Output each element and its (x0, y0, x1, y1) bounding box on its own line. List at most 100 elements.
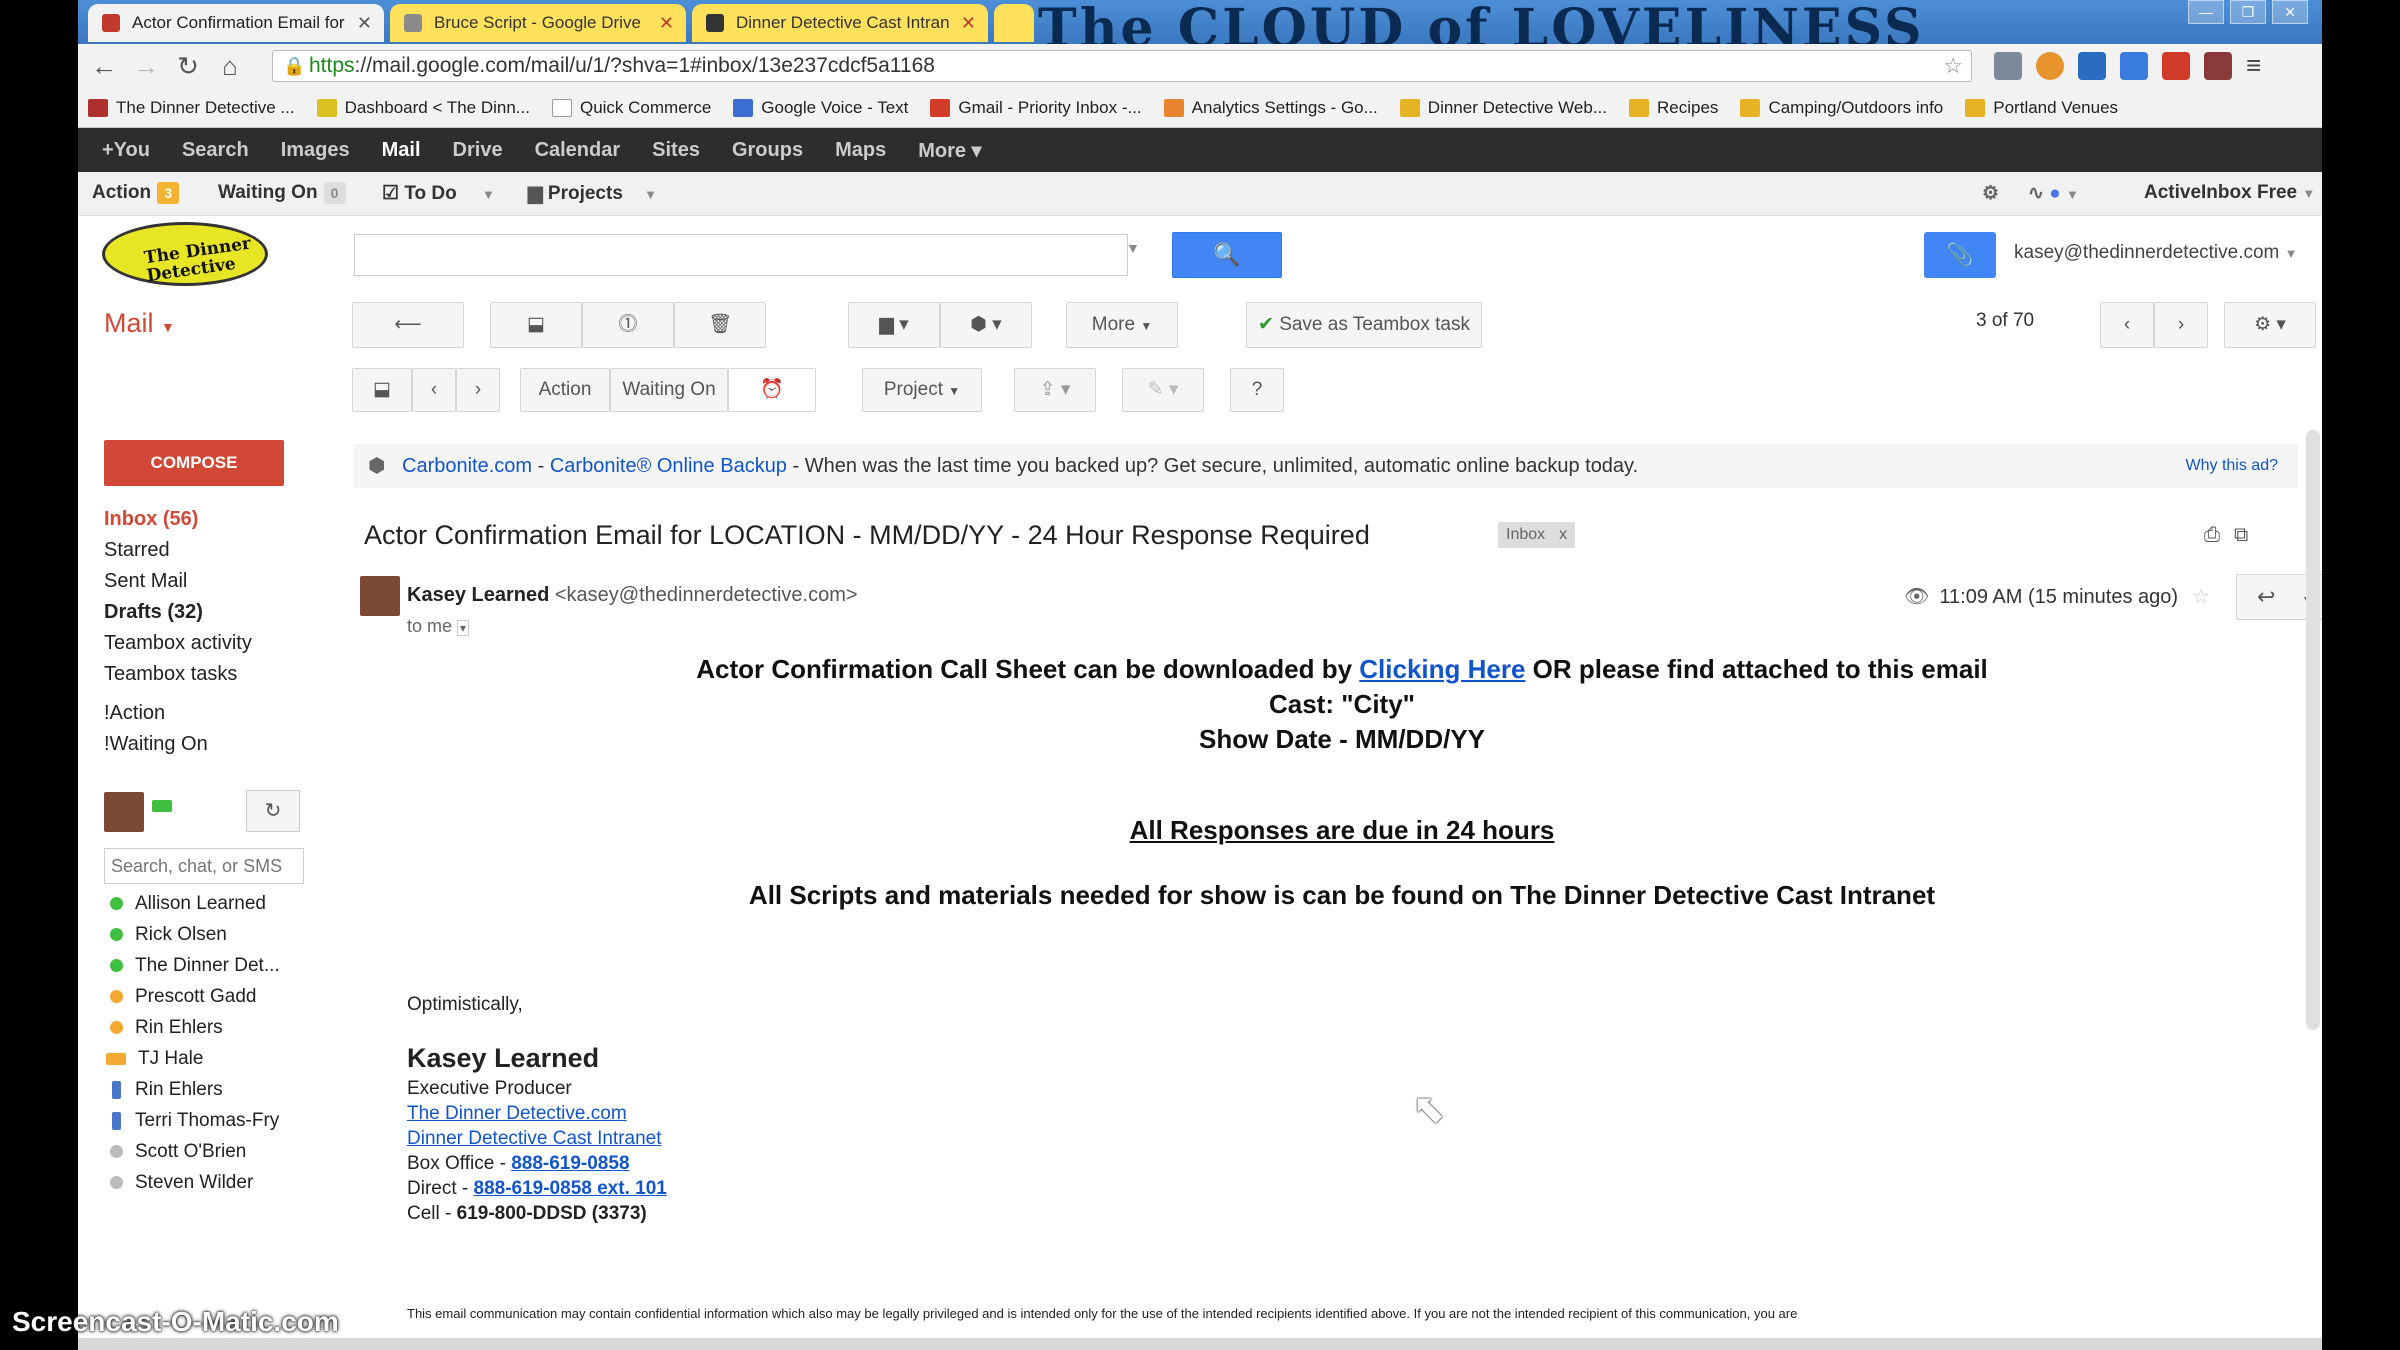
folder-starred[interactable]: Starred (104, 535, 304, 566)
waiting-on-filter[interactable]: Waiting On 0 (218, 182, 346, 204)
bookmark-folder[interactable]: Camping/Outdoors info (1740, 98, 1943, 118)
gbar-you[interactable]: +You (102, 139, 150, 162)
next-button[interactable]: › (456, 368, 500, 412)
bookmark-folder[interactable]: Dinner Detective Web... (1399, 98, 1607, 118)
address-bar[interactable]: 🔒 https://mail.google.com/mail/u/1/?shva… (272, 50, 1972, 82)
ad-title-link[interactable]: Carbonite® Online Backup (550, 455, 787, 477)
video-status-icon[interactable] (152, 800, 172, 812)
gbar-calendar[interactable]: Calendar (535, 139, 621, 162)
compose-button[interactable]: COMPOSE (104, 440, 284, 486)
recipients[interactable]: to me ▾ (407, 616, 470, 637)
contact-item[interactable]: Prescott Gadd (110, 981, 310, 1012)
account-email[interactable]: kasey@thedinnerdetective.com ▼ (2014, 242, 2298, 264)
folder-waiting-on[interactable]: !Waiting On (104, 729, 304, 760)
website-link[interactable]: The Dinner Detective.com (407, 1103, 627, 1124)
save-as-teambox-task-button[interactable]: ✔ Save as Teambox task (1246, 302, 1482, 348)
folder-inbox[interactable]: Inbox (56) (104, 504, 304, 535)
star-icon[interactable]: ☆ (2192, 586, 2210, 608)
box-office-phone-link[interactable]: 888-619-0858 (511, 1153, 629, 1174)
delete-button[interactable]: 🗑 (674, 302, 766, 348)
activity-icon[interactable]: ∿ ● ▼ (2028, 182, 2079, 205)
todo-dropdown[interactable]: ☑ To Do ▼ (382, 182, 495, 205)
bookmark-folder[interactable]: Recipes (1629, 98, 1718, 118)
gbar-drive[interactable]: Drive (453, 139, 503, 162)
menu-icon[interactable]: ≡ (2246, 52, 2274, 80)
why-this-ad-link[interactable]: Why this ad? (2186, 444, 2278, 488)
project-dropdown[interactable]: Project ▼ (862, 368, 982, 412)
search-input[interactable] (354, 234, 1128, 276)
sender-avatar[interactable] (360, 576, 400, 616)
refresh-icon[interactable]: ↻ (246, 790, 300, 832)
bookmark-item[interactable]: Google Voice - Text (733, 98, 908, 118)
extension-icon[interactable] (2078, 52, 2106, 80)
tab-cast-intranet[interactable]: Dinner Detective Cast Intran ✕ (692, 4, 988, 42)
settings-button[interactable]: ⚙ ▾ (2224, 302, 2316, 348)
contact-item[interactable]: Rick Olsen (110, 919, 310, 950)
gbar-images[interactable]: Images (281, 139, 350, 162)
contact-item[interactable]: Rin Ehlers (110, 1074, 310, 1105)
bookmark-item[interactable]: Analytics Settings - Go... (1163, 98, 1378, 118)
report-spam-button[interactable]: ⓵ (582, 302, 674, 348)
tab-bruce-script[interactable]: Bruce Script - Google Drive ✕ (390, 4, 686, 42)
amazon-extension-icon[interactable] (2036, 52, 2064, 80)
move-to-button[interactable]: ▆ ▾ (848, 302, 940, 348)
gbar-groups[interactable]: Groups (732, 139, 803, 162)
minimize-icon[interactable]: — (2188, 0, 2224, 24)
search-button[interactable]: 🔍 (1172, 232, 1282, 278)
show-details-icon[interactable]: ▾ (457, 620, 470, 636)
gbar-sites[interactable]: Sites (652, 139, 700, 162)
folder-sent[interactable]: Sent Mail (104, 566, 304, 597)
print-icon[interactable]: ⎙ (2204, 524, 2234, 546)
bookmark-item[interactable]: The Dinner Detective ... (88, 98, 295, 118)
prev-button[interactable]: ‹ (412, 368, 456, 412)
close-window-icon[interactable]: ✕ (2272, 0, 2308, 24)
back-to-inbox-button[interactable]: ⟵ (352, 302, 464, 348)
archive-button[interactable]: ⬓ (490, 302, 582, 348)
gbar-mail[interactable]: Mail (382, 139, 421, 162)
home-icon[interactable]: ⌂ (214, 50, 246, 82)
edit-button[interactable]: ✎ ▾ (1122, 368, 1204, 412)
folder-drafts[interactable]: Drafts (32) (104, 597, 304, 628)
contact-item[interactable]: The Dinner Det... (110, 950, 310, 981)
contact-item[interactable]: TJ Hale (106, 1043, 310, 1074)
tab-actor-confirmation[interactable]: Actor Confirmation Email for ✕ (88, 4, 384, 42)
avatar[interactable] (104, 792, 144, 832)
bookmark-item[interactable]: Gmail - Priority Inbox -... (930, 98, 1142, 118)
attachment-button[interactable]: 📎 (1924, 232, 1996, 278)
close-tab-icon[interactable]: ✕ (659, 4, 674, 42)
forward-arrow-icon[interactable]: → (130, 50, 162, 82)
labels-button[interactable]: ⬢ ▾ (940, 302, 1032, 348)
dinner-detective-logo[interactable]: The Dinner Detective (102, 222, 268, 286)
close-tab-icon[interactable]: ✕ (961, 4, 976, 42)
chat-search-input[interactable] (104, 848, 304, 884)
scrollbar[interactable] (2306, 430, 2320, 1030)
direct-phone-link[interactable]: 888-619-0858 ext. 101 (474, 1178, 667, 1199)
close-tab-icon[interactable]: ✕ (357, 4, 372, 42)
share-button[interactable]: ⇪ ▾ (1014, 368, 1096, 412)
contact-item[interactable]: Rin Ehlers (110, 1012, 310, 1043)
contact-item[interactable]: Allison Learned (110, 888, 310, 919)
newer-button[interactable]: ‹ (2100, 302, 2154, 348)
contact-item[interactable]: Steven Wilder (110, 1167, 310, 1198)
bookmark-item[interactable]: Dashboard < The Dinn... (316, 98, 530, 118)
older-button[interactable]: › (2154, 302, 2208, 348)
reload-icon[interactable]: ↻ (172, 50, 204, 82)
gear-icon[interactable]: ⚙ (1982, 182, 1999, 205)
archive-small-button[interactable]: ⬓ (352, 368, 412, 412)
ad-sponsor-link[interactable]: Carbonite.com (402, 455, 532, 477)
gbar-search[interactable]: Search (182, 139, 249, 162)
activeinbox-brand[interactable]: ActiveInbox Free ▼ (2144, 182, 2315, 204)
reminder-button[interactable]: ⏰ (728, 368, 816, 412)
new-window-icon[interactable]: ⧉ (2234, 524, 2262, 546)
extension-icon[interactable] (1994, 52, 2022, 80)
folder-action[interactable]: !Action (104, 698, 304, 729)
action-filter[interactable]: Action 3 (92, 182, 180, 204)
back-arrow-icon[interactable]: ← (88, 50, 120, 82)
more-button[interactable]: More ▼ (1066, 302, 1178, 348)
help-button[interactable]: ? (1230, 368, 1284, 412)
mail-switcher[interactable]: Mail ▼ (104, 308, 175, 339)
gbar-maps[interactable]: Maps (835, 139, 886, 162)
folder-teambox-tasks[interactable]: Teambox tasks (104, 659, 304, 690)
contact-item[interactable]: Scott O'Brien (110, 1136, 310, 1167)
gmail-extension-icon[interactable] (2162, 52, 2190, 80)
